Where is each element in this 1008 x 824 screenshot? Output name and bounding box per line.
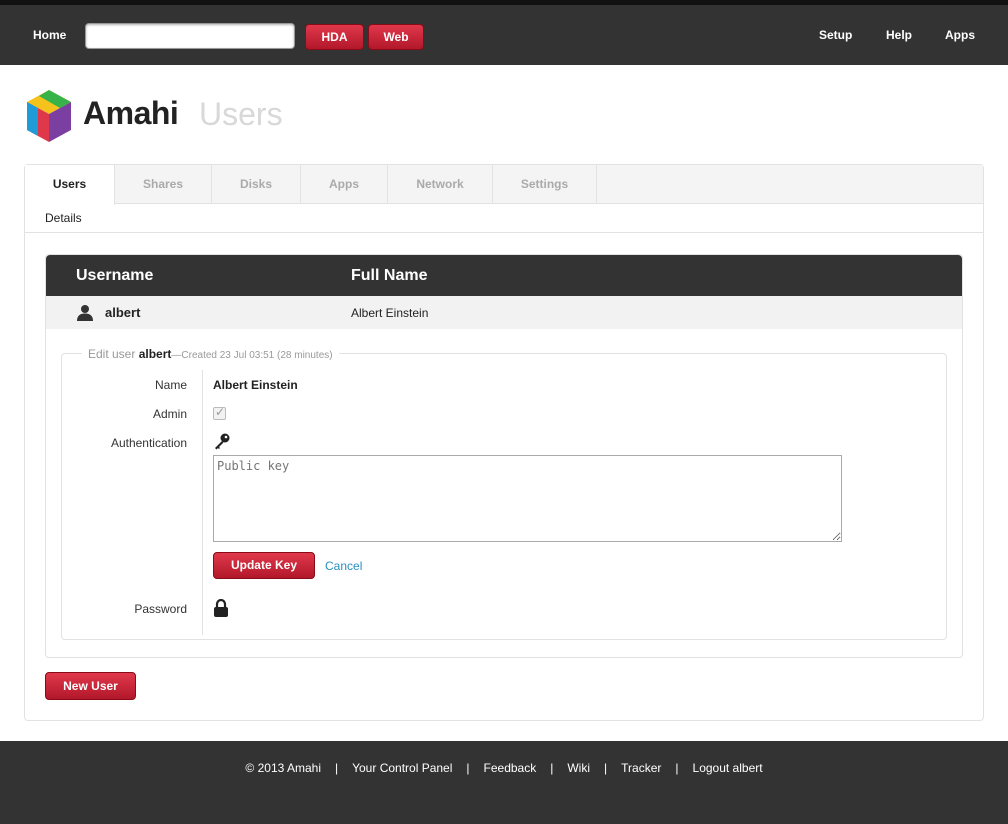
- cancel-link[interactable]: Cancel: [325, 559, 362, 573]
- admin-label: Admin: [152, 407, 187, 421]
- help-link[interactable]: Help: [886, 28, 912, 42]
- legend-created: —Created 23 Jul 03:51 (28 minutes): [171, 350, 333, 361]
- page-title: Users: [199, 96, 283, 132]
- brand-name: Amahi: [83, 95, 179, 131]
- key-icon[interactable]: [213, 432, 231, 450]
- footer-logout-link[interactable]: Logout albert: [679, 761, 777, 775]
- hda-button[interactable]: HDA: [305, 24, 364, 50]
- home-link[interactable]: Home: [33, 28, 66, 42]
- legend-username: albert: [138, 347, 172, 361]
- row-username[interactable]: albert: [105, 305, 140, 320]
- legend-prefix: Edit user: [88, 347, 136, 361]
- main-panel: Users Shares Disks Apps Network Settings…: [24, 164, 984, 721]
- tab-apps[interactable]: Apps: [301, 165, 388, 204]
- tab-bar: Users Shares Disks Apps Network Settings: [25, 165, 983, 205]
- web-button[interactable]: Web: [368, 24, 424, 50]
- public-key-textarea[interactable]: [213, 455, 842, 542]
- update-key-button[interactable]: Update Key: [213, 552, 315, 579]
- new-user-button[interactable]: New User: [45, 672, 136, 700]
- edit-user-form: Edit user albert—Created 23 Jul 03:51 (2…: [61, 347, 947, 640]
- tab-network[interactable]: Network: [388, 165, 493, 204]
- fullname-column-header: Full Name: [351, 267, 428, 284]
- amahi-logo-icon: [27, 90, 71, 142]
- username-column-header: Username: [76, 267, 154, 284]
- apps-link[interactable]: Apps: [945, 28, 975, 42]
- footer-copyright: © 2013 Amahi: [245, 761, 321, 775]
- authentication-label: Authentication: [110, 436, 187, 450]
- footer-wiki-link[interactable]: Wiki: [553, 761, 604, 775]
- table-header: Username Full Name: [46, 255, 962, 296]
- footer-feedback-link[interactable]: Feedback: [470, 761, 551, 775]
- footer-tracker-link[interactable]: Tracker: [607, 761, 675, 775]
- lock-icon[interactable]: [213, 599, 229, 618]
- tab-users[interactable]: Users: [25, 165, 115, 205]
- name-value[interactable]: Albert Einstein: [213, 378, 298, 392]
- row-fullname: Albert Einstein: [351, 306, 429, 320]
- footer-control-panel-link[interactable]: Your Control Panel: [338, 761, 466, 775]
- top-navigation-bar: Home HDA Web Setup Help Apps: [0, 0, 1008, 65]
- password-label: Password: [134, 602, 187, 616]
- subnav-divider: [25, 232, 983, 233]
- tab-shares[interactable]: Shares: [115, 165, 212, 204]
- subnav-details[interactable]: Details: [45, 211, 82, 225]
- tab-settings[interactable]: Settings: [493, 165, 597, 204]
- footer-links: © 2013 Amahi | Your Control Panel | Feedback…: [0, 761, 1008, 775]
- user-icon: [77, 305, 93, 321]
- admin-checkbox[interactable]: [213, 405, 226, 420]
- search-input[interactable]: [85, 23, 295, 49]
- form-divider: [202, 370, 203, 635]
- users-table: Username Full Name albert Albert Einstei…: [45, 254, 963, 658]
- setup-link[interactable]: Setup: [819, 28, 852, 42]
- name-label: Name: [154, 378, 187, 392]
- table-row[interactable]: albert Albert Einstein: [46, 296, 962, 329]
- edit-user-legend: Edit user albert—Created 23 Jul 03:51 (2…: [82, 347, 339, 361]
- tab-disks[interactable]: Disks: [212, 165, 301, 204]
- footer: © 2013 Amahi | Your Control Panel | Feedback…: [0, 741, 1008, 824]
